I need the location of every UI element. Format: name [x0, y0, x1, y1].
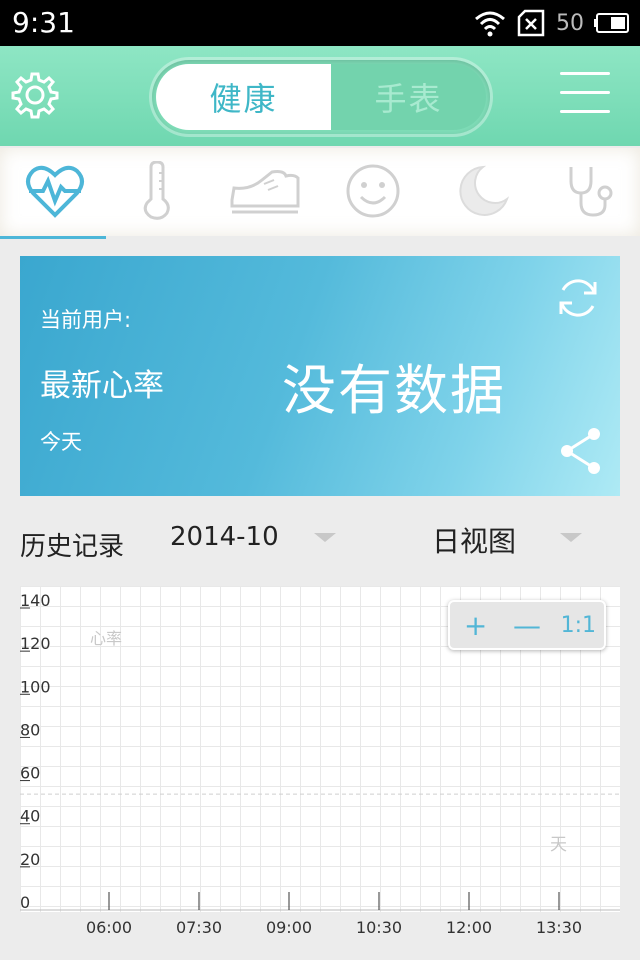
- status-bar: 9:31 50: [0, 0, 640, 46]
- category-temperature[interactable]: [122, 158, 192, 224]
- category-active-indicator: [0, 236, 106, 239]
- refresh-icon[interactable]: [554, 274, 602, 322]
- month-selector[interactable]: 2014-10: [170, 522, 279, 552]
- category-sleep[interactable]: [446, 158, 516, 224]
- app-header: 健康 手表: [0, 46, 640, 146]
- tab-health[interactable]: 健康: [156, 64, 331, 130]
- y-tick-label: 60: [20, 764, 40, 783]
- view-selector[interactable]: 日视图: [432, 520, 516, 560]
- y-tick-label: 0: [20, 893, 30, 912]
- tab-watch[interactable]: 手表: [331, 64, 486, 130]
- battery-level: 50: [556, 10, 584, 36]
- y-tick-label: 40: [20, 807, 40, 826]
- moon-icon: [459, 165, 509, 216]
- y-tick-label: 100: [20, 677, 51, 696]
- y-tick-label: 80: [20, 720, 40, 739]
- smiley-icon: [346, 164, 400, 218]
- status-time: 9:31: [12, 6, 75, 39]
- x-tick-label: 07:30: [175, 918, 223, 937]
- category-bar: [0, 148, 640, 236]
- latest-heart-rate-label: 最新心率: [40, 368, 164, 404]
- stethoscope-icon: [569, 167, 613, 217]
- share-icon[interactable]: [558, 426, 604, 476]
- today-label: 今天: [40, 430, 82, 454]
- x-tick-label: 06:00: [85, 918, 133, 937]
- y-tick-label: 140: [20, 591, 51, 610]
- x-tick-label: 13:30: [535, 918, 583, 937]
- zoom-out-button[interactable]: —: [501, 602, 552, 648]
- x-tick-label: 10:30: [355, 918, 403, 937]
- x-tick-label: 12:00: [445, 918, 493, 937]
- heartbeat-icon: [26, 165, 84, 218]
- thermometer-icon: [143, 161, 170, 220]
- category-medical[interactable]: [556, 158, 626, 224]
- history-label: 历史记录: [20, 532, 125, 562]
- shoe-icon: [230, 170, 300, 214]
- view-dropdown-icon[interactable]: [560, 533, 582, 542]
- y-tick-label: 120: [20, 634, 51, 653]
- x-axis-unit: 天: [550, 835, 567, 855]
- zoom-controls: + — 1:1: [448, 600, 606, 650]
- heart-rate-card: 当前用户: 最新心率 今天 没有数据: [20, 256, 620, 496]
- no-sim-icon: [517, 9, 545, 37]
- status-icons: 50: [474, 6, 630, 40]
- zoom-reset-button[interactable]: 1:1: [553, 602, 604, 648]
- health-watch-toggle: 健康 手表: [152, 60, 490, 134]
- menu-icon[interactable]: [560, 72, 610, 118]
- current-user-label: 当前用户:: [40, 308, 132, 332]
- tab-watch-label: 手表: [374, 80, 443, 118]
- category-mood[interactable]: [338, 158, 408, 224]
- tab-health-label: 健康: [209, 80, 278, 118]
- battery-icon: [594, 13, 629, 33]
- zoom-in-button[interactable]: +: [450, 602, 501, 648]
- no-data-text: 没有数据: [282, 359, 506, 422]
- month-dropdown-icon[interactable]: [314, 533, 336, 542]
- gear-icon[interactable]: [10, 70, 60, 120]
- y-axis-title: 心率: [90, 629, 122, 648]
- y-tick-label: 20: [20, 850, 40, 869]
- wifi-icon: [475, 11, 505, 37]
- category-steps[interactable]: [226, 158, 304, 224]
- x-tick-label: 09:00: [265, 918, 313, 937]
- category-heart[interactable]: [20, 158, 90, 224]
